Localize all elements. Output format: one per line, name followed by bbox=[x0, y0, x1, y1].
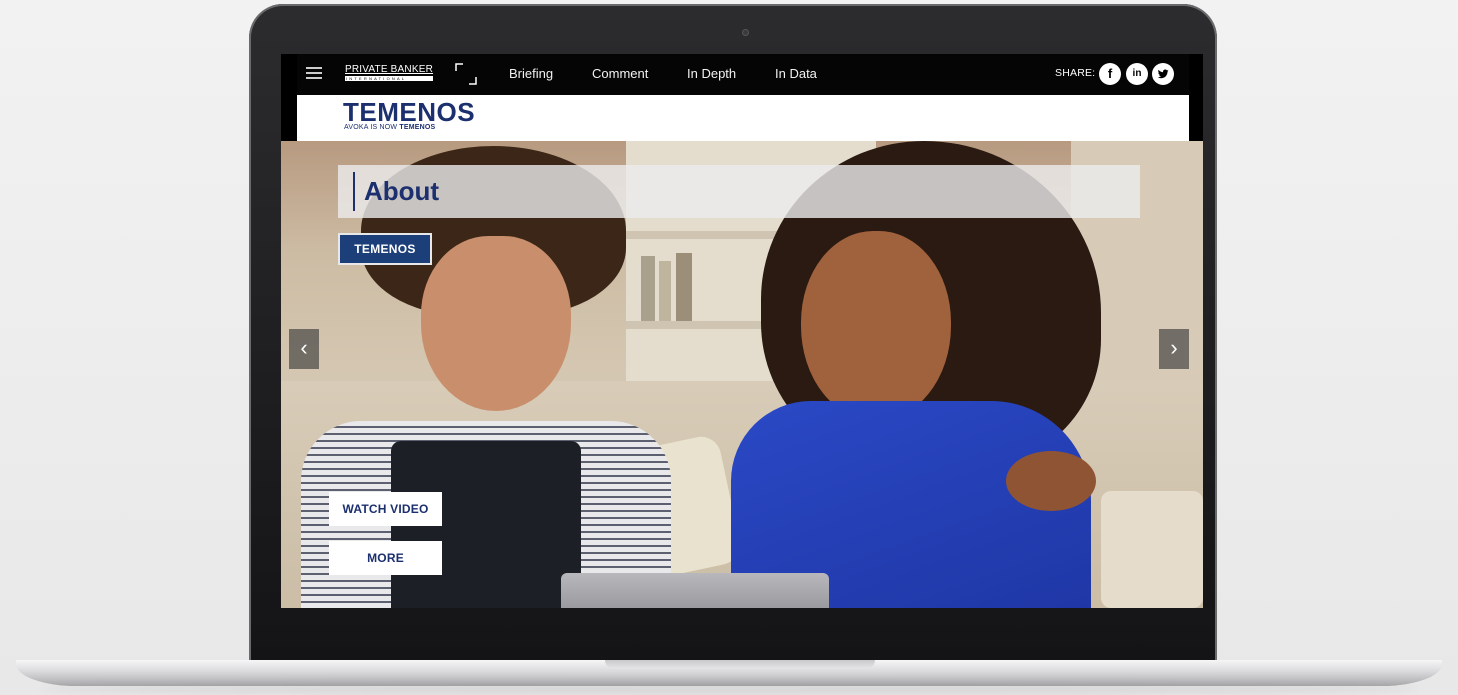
photo-woman-shoulder bbox=[1006, 451, 1096, 511]
twitter-bird-glyph bbox=[1157, 69, 1169, 79]
prev-arrow-icon[interactable]: ‹ bbox=[289, 329, 319, 369]
photo-tablet bbox=[561, 573, 829, 608]
twitter-icon[interactable] bbox=[1152, 63, 1174, 85]
private-banker-logo[interactable]: PRIVATE BANKER INTERNATIONAL bbox=[345, 64, 434, 81]
watch-video-button[interactable]: WATCH VIDEO bbox=[329, 492, 442, 526]
laptop-shadow bbox=[40, 684, 1418, 694]
nav-comment[interactable]: Comment bbox=[592, 54, 648, 95]
hero-image: About TEMENOS ‹ › WATCH VIDEO MORE bbox=[281, 141, 1203, 608]
share-label: SHARE: bbox=[1055, 67, 1096, 79]
linkedin-icon[interactable]: in bbox=[1126, 63, 1148, 85]
webcam bbox=[742, 29, 749, 36]
tagline-prefix: AVOKA IS NOW bbox=[344, 124, 398, 131]
more-button[interactable]: MORE bbox=[329, 541, 442, 575]
about-title-panel: About bbox=[338, 165, 1140, 218]
temenos-logo[interactable]: TEMENOS bbox=[343, 99, 475, 125]
nav-in-depth[interactable]: In Depth bbox=[687, 54, 736, 95]
page-title: About bbox=[364, 176, 440, 206]
laptop-scene: PRIVATE BANKER INTERNATIONAL Briefing Co… bbox=[0, 0, 1458, 695]
brand-tagline: AVOKA IS NOW TEMENOS bbox=[344, 124, 435, 131]
tagline-brand: TEMENOS bbox=[399, 124, 436, 131]
photo-book bbox=[641, 256, 655, 321]
top-nav-bar: PRIVATE BANKER INTERNATIONAL Briefing Co… bbox=[297, 54, 1189, 95]
temenos-tag-button[interactable]: TEMENOS bbox=[338, 233, 432, 265]
hamburger-menu-icon[interactable] bbox=[306, 67, 322, 79]
title-accent-bar bbox=[353, 172, 355, 211]
fullscreen-icon[interactable] bbox=[455, 63, 477, 85]
nav-briefing[interactable]: Briefing bbox=[509, 54, 553, 95]
logo-line-2: INTERNATIONAL bbox=[345, 76, 434, 81]
photo-girl-face bbox=[421, 236, 571, 411]
facebook-icon[interactable]: f bbox=[1099, 63, 1121, 85]
brand-header: TEMENOS AVOKA IS NOW TEMENOS bbox=[297, 95, 1189, 141]
laptop-base-notch bbox=[605, 660, 875, 669]
photo-book bbox=[676, 253, 692, 321]
next-arrow-icon[interactable]: › bbox=[1159, 329, 1189, 369]
photo-woman-face bbox=[801, 231, 951, 421]
photo-cushion-right bbox=[1101, 491, 1203, 608]
nav-in-data[interactable]: In Data bbox=[775, 54, 817, 95]
photo-book bbox=[659, 261, 671, 321]
laptop-screen: PRIVATE BANKER INTERNATIONAL Briefing Co… bbox=[281, 54, 1203, 608]
logo-line-1: PRIVATE BANKER bbox=[345, 64, 434, 75]
